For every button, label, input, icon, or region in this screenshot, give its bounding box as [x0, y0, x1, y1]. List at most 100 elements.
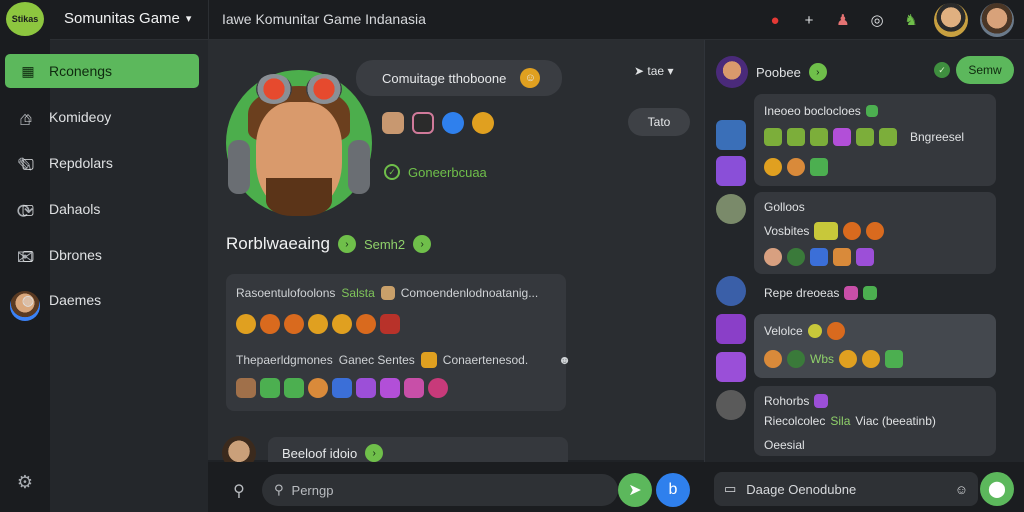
coin-icon	[764, 158, 782, 176]
coin-icon	[807, 324, 822, 338]
gem-icon	[810, 128, 828, 146]
nav-label: Dahaols	[49, 201, 101, 217]
chat-icon[interactable]: ◎	[866, 9, 888, 31]
header-name: Poobee	[756, 64, 801, 80]
channel-title: Iawe Komunitar Game Indanasia	[222, 11, 426, 27]
bubble-title: Comuitage tthoboone	[382, 70, 507, 86]
square-icon: ▢	[21, 246, 35, 263]
divider	[208, 0, 209, 40]
game-button-label: Semw	[968, 63, 1002, 77]
plus-icon[interactable]: +	[798, 9, 820, 31]
coin-icon	[308, 378, 328, 398]
voice-button[interactable]: b	[656, 473, 690, 507]
nav-item-dbrones[interactable]: ▢ Dbrones	[5, 238, 199, 272]
gold-badge-icon[interactable]	[472, 112, 494, 134]
card-line: Rasoentulofoolons Salsta Comoendenlodnoa…	[236, 286, 539, 300]
emoji-icon: ☺	[954, 481, 968, 497]
crystal-icon	[856, 248, 874, 266]
sort-dropdown[interactable]: ➤ tae ▾	[634, 64, 673, 78]
verified-icon: ›	[413, 235, 432, 253]
emoji-icon	[420, 352, 437, 368]
message-input[interactable]: ⚲ Perngp	[262, 474, 618, 506]
badge-row	[236, 314, 400, 334]
badge-row	[236, 378, 448, 398]
coin-icon	[764, 248, 782, 266]
nav-item-repdolars[interactable]: ▢ Repdolars	[5, 146, 199, 180]
flower-icon	[356, 314, 376, 334]
nav-label: Rconengs	[49, 63, 113, 79]
member-avatar[interactable]	[412, 112, 434, 134]
friend-avatar[interactable]	[934, 3, 968, 37]
nav-item-komideoy[interactable]: ⌂ Komideoy	[5, 100, 199, 134]
view-label: Tato	[647, 115, 671, 129]
coin-icon	[787, 350, 805, 368]
side-message-input[interactable]: ▭ Daage Oenodubne ☺	[714, 472, 978, 506]
blue-badge-icon[interactable]	[442, 112, 464, 134]
app-logo[interactable]: Stikas	[6, 2, 44, 36]
member-avatars	[382, 112, 494, 134]
coin-icon	[787, 248, 805, 266]
nav-item-daemes[interactable]: ◍ Daemes	[5, 283, 199, 317]
input-placeholder: Perngp	[291, 482, 334, 498]
coin-icon	[839, 350, 857, 368]
joystick-icon[interactable]: ♟	[832, 9, 854, 31]
grid-icon: ▦	[21, 62, 35, 79]
crystal-icon	[404, 378, 424, 398]
nav-label: Komideoy	[49, 109, 112, 125]
flower-icon	[826, 322, 845, 340]
side-avatar[interactable]	[716, 314, 746, 344]
square-icon: ▢	[21, 154, 35, 171]
nav-item-rconengs[interactable]: ▦ Rconengs	[5, 54, 199, 88]
side-avatar[interactable]	[716, 156, 746, 186]
gem-icon	[879, 128, 897, 146]
gem-icon	[764, 128, 782, 146]
status-line: ✓ Goneerbcuaa	[384, 164, 487, 180]
server-name-dropdown[interactable]: Somunitas Game ▾	[64, 10, 191, 27]
chat-message-selected: Velolce Wbs	[754, 314, 996, 378]
side-avatar[interactable]	[716, 194, 746, 224]
activity-card: Rasoentulofoolons Salsta Comoendenlodnoa…	[226, 274, 571, 411]
profile-avatar[interactable]	[980, 3, 1014, 37]
nav-item-dahaols[interactable]: ▢ Dahaols	[5, 192, 199, 226]
nav-label: Dbrones	[49, 247, 102, 263]
crystal-icon	[833, 128, 851, 146]
game-button[interactable]: Semw	[956, 56, 1014, 84]
side-avatar[interactable]	[716, 390, 746, 420]
side-input-placeholder: Daage Oenodubne	[746, 481, 857, 497]
server-name: Somunitas Game	[64, 10, 180, 27]
nav-label: Daemes	[49, 292, 102, 308]
mario-icon[interactable]: ●	[764, 9, 786, 31]
dino-icon[interactable]: ♞	[900, 9, 922, 31]
emoji-icon	[380, 286, 395, 300]
inbox-icon: ▭	[724, 481, 737, 496]
chevron-down-icon: ▾	[185, 13, 192, 25]
member-avatar[interactable]	[382, 112, 404, 134]
sort-label: tae	[647, 64, 665, 78]
side-avatar[interactable]	[716, 276, 746, 306]
gem-icon	[260, 378, 280, 398]
side-avatar[interactable]	[716, 120, 746, 150]
coin-icon	[787, 158, 805, 176]
location-pin-icon[interactable]: ⬤	[980, 472, 1014, 506]
chat-message: Golloos Vosbites	[754, 192, 996, 274]
card-line: Thepaerldgmones Ganec Sentes Conaertenes…	[236, 352, 571, 368]
arrow-icon: ➤	[634, 64, 645, 78]
home-icon: ⌂	[23, 109, 33, 125]
gem-icon	[833, 248, 851, 266]
header-avatar[interactable]	[716, 56, 748, 88]
right-panel-header: Poobee ›	[716, 56, 827, 88]
crystal-icon	[844, 286, 859, 300]
player-name: Rorblwaeaing	[226, 234, 330, 253]
send-button[interactable]: ➤	[618, 473, 652, 507]
gem-icon	[856, 128, 874, 146]
bar-icon	[814, 222, 839, 240]
settings-icon[interactable]: ⚙	[12, 472, 38, 502]
gift-icon	[380, 314, 400, 334]
verified-icon: ›	[365, 444, 384, 462]
side-avatar[interactable]	[716, 352, 746, 382]
view-button[interactable]: Tato	[628, 108, 690, 136]
gem-icon	[787, 128, 805, 146]
status-dot-icon: ✓	[934, 62, 950, 78]
attach-icon[interactable]: ⚲	[222, 474, 256, 508]
trophy-icon	[308, 314, 328, 334]
